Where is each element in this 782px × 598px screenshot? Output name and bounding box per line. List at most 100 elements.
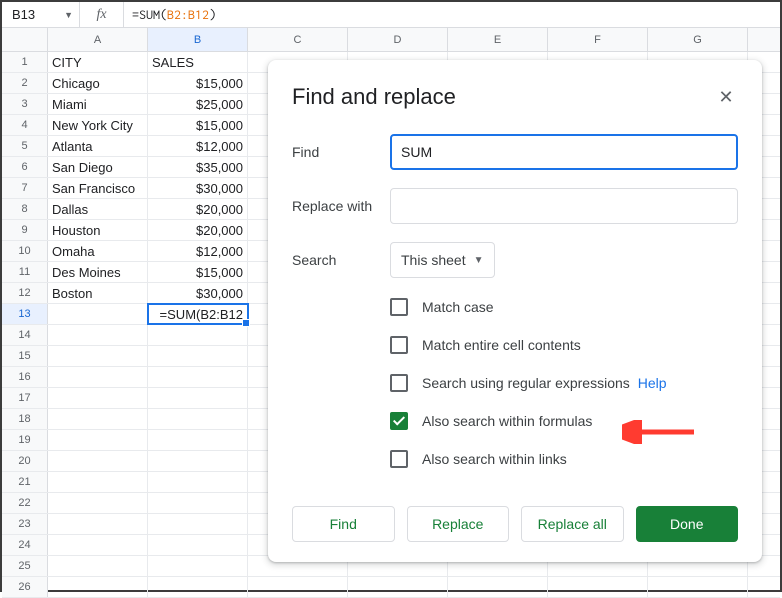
row-header[interactable]: 12 xyxy=(2,283,48,303)
cell[interactable]: New York City xyxy=(48,115,148,135)
checkbox-within-links[interactable] xyxy=(390,450,408,468)
cell[interactable] xyxy=(148,430,248,450)
cell[interactable]: $15,000 xyxy=(148,73,248,93)
row-header[interactable]: 7 xyxy=(2,178,48,198)
close-icon[interactable]: ✕ xyxy=(714,87,738,108)
column-header[interactable]: G xyxy=(648,28,748,51)
cell[interactable] xyxy=(48,367,148,387)
cell[interactable] xyxy=(48,577,148,597)
cell[interactable]: $35,000 xyxy=(148,157,248,177)
cell[interactable] xyxy=(148,409,248,429)
cell[interactable] xyxy=(148,472,248,492)
row-header[interactable]: 16 xyxy=(2,367,48,387)
cell[interactable] xyxy=(148,451,248,471)
cell[interactable] xyxy=(148,346,248,366)
row-header[interactable]: 23 xyxy=(2,514,48,534)
cell[interactable]: $15,000 xyxy=(148,115,248,135)
cell[interactable] xyxy=(48,325,148,345)
checkbox-match-contents[interactable] xyxy=(390,336,408,354)
cell[interactable]: Des Moines xyxy=(48,262,148,282)
cell[interactable]: San Francisco xyxy=(48,178,148,198)
cell[interactable] xyxy=(48,556,148,576)
row-header[interactable]: 9 xyxy=(2,220,48,240)
cell[interactable] xyxy=(48,493,148,513)
cell[interactable]: SALES xyxy=(148,52,248,72)
cell[interactable]: Chicago xyxy=(48,73,148,93)
checkbox-within-formulas[interactable] xyxy=(390,412,408,430)
cell[interactable] xyxy=(48,304,148,324)
cell[interactable] xyxy=(248,577,348,597)
row-header[interactable]: 2 xyxy=(2,73,48,93)
search-scope-dropdown[interactable]: This sheet ▼ xyxy=(390,242,495,278)
checkbox-regex[interactable] xyxy=(390,374,408,392)
regex-help-link[interactable]: Help xyxy=(638,375,667,391)
replace-all-button[interactable]: Replace all xyxy=(521,506,624,542)
column-header[interactable]: E xyxy=(448,28,548,51)
cell[interactable] xyxy=(148,514,248,534)
cell[interactable] xyxy=(48,472,148,492)
cell[interactable]: Boston xyxy=(48,283,148,303)
cell[interactable]: $12,000 xyxy=(148,241,248,261)
option-regex[interactable]: Search using regular expressions Help xyxy=(390,364,738,402)
cell[interactable]: Dallas xyxy=(48,199,148,219)
name-box[interactable]: B13 ▼ xyxy=(2,2,80,27)
row-header[interactable]: 26 xyxy=(2,577,48,597)
row-header[interactable]: 21 xyxy=(2,472,48,492)
cell[interactable]: Omaha xyxy=(48,241,148,261)
formula-input[interactable]: =SUM(B2:B12) xyxy=(124,2,780,27)
row-header[interactable]: 8 xyxy=(2,199,48,219)
cell[interactable] xyxy=(48,346,148,366)
cell[interactable]: $30,000 xyxy=(148,178,248,198)
cell[interactable] xyxy=(148,556,248,576)
cell[interactable] xyxy=(148,493,248,513)
cell[interactable] xyxy=(148,325,248,345)
row-header[interactable]: 4 xyxy=(2,115,48,135)
row-header[interactable]: 11 xyxy=(2,262,48,282)
cell[interactable] xyxy=(148,367,248,387)
row-header[interactable]: 13 xyxy=(2,304,48,324)
row-header[interactable]: 1 xyxy=(2,52,48,72)
cell[interactable] xyxy=(648,577,748,597)
cell[interactable]: $12,000 xyxy=(148,136,248,156)
row-header[interactable]: 19 xyxy=(2,430,48,450)
cell[interactable]: $15,000 xyxy=(148,262,248,282)
row-header[interactable]: 17 xyxy=(2,388,48,408)
option-match-contents[interactable]: Match entire cell contents xyxy=(390,326,738,364)
row-header[interactable]: 5 xyxy=(2,136,48,156)
row-header[interactable]: 18 xyxy=(2,409,48,429)
column-header[interactable]: A xyxy=(48,28,148,51)
cell[interactable] xyxy=(48,409,148,429)
column-header[interactable]: B xyxy=(148,28,248,51)
cell[interactable] xyxy=(48,451,148,471)
cell[interactable] xyxy=(48,535,148,555)
cell[interactable]: CITY xyxy=(48,52,148,72)
cell[interactable]: $25,000 xyxy=(148,94,248,114)
row-header[interactable]: 15 xyxy=(2,346,48,366)
column-header[interactable]: D xyxy=(348,28,448,51)
cell[interactable]: Atlanta xyxy=(48,136,148,156)
row-header[interactable]: 24 xyxy=(2,535,48,555)
row-header[interactable]: 20 xyxy=(2,451,48,471)
find-button[interactable]: Find xyxy=(292,506,395,542)
row-header[interactable]: 14 xyxy=(2,325,48,345)
checkbox-match-case[interactable] xyxy=(390,298,408,316)
row-header[interactable]: 22 xyxy=(2,493,48,513)
cell[interactable] xyxy=(548,577,648,597)
cell[interactable] xyxy=(148,577,248,597)
row-header[interactable]: 25 xyxy=(2,556,48,576)
option-match-case[interactable]: Match case xyxy=(390,288,738,326)
replace-button[interactable]: Replace xyxy=(407,506,510,542)
replace-input[interactable] xyxy=(390,188,738,224)
option-within-links[interactable]: Also search within links xyxy=(390,440,738,478)
row-header[interactable]: 10 xyxy=(2,241,48,261)
cell[interactable] xyxy=(48,388,148,408)
select-all-corner[interactable] xyxy=(2,28,48,51)
cell[interactable] xyxy=(148,535,248,555)
cell[interactable]: San Diego xyxy=(48,157,148,177)
cell[interactable]: Houston xyxy=(48,220,148,240)
find-input[interactable] xyxy=(390,134,738,170)
cell[interactable]: $20,000 xyxy=(148,220,248,240)
cell[interactable]: Miami xyxy=(48,94,148,114)
cell[interactable] xyxy=(448,577,548,597)
column-header[interactable]: F xyxy=(548,28,648,51)
